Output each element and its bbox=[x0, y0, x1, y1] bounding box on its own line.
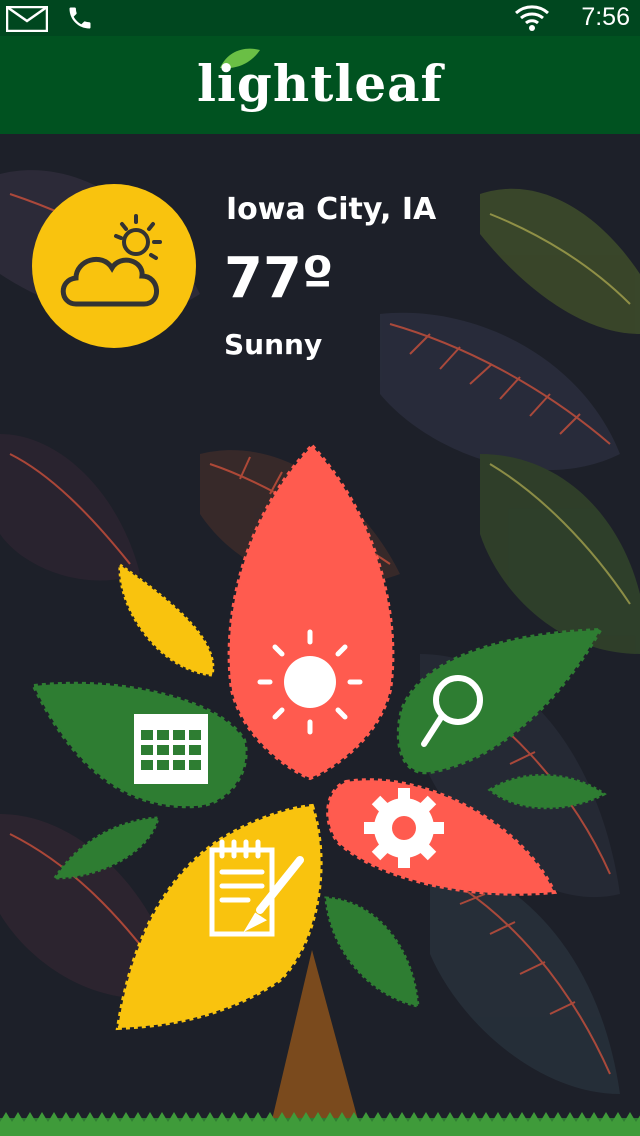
decorative-leaf bbox=[52, 816, 160, 880]
search-leaf-button[interactable] bbox=[396, 627, 604, 775]
decorative-leaf bbox=[324, 896, 420, 1008]
gear-icon bbox=[364, 788, 444, 868]
grass-border bbox=[0, 1112, 640, 1136]
tree-menu bbox=[30, 443, 607, 1120]
sunlight-leaf-button[interactable] bbox=[227, 443, 395, 781]
decorative-leaf bbox=[487, 774, 607, 810]
calendar-leaf-button[interactable] bbox=[30, 681, 248, 809]
decorative-leaf bbox=[118, 562, 215, 677]
calendar-icon bbox=[134, 714, 208, 784]
